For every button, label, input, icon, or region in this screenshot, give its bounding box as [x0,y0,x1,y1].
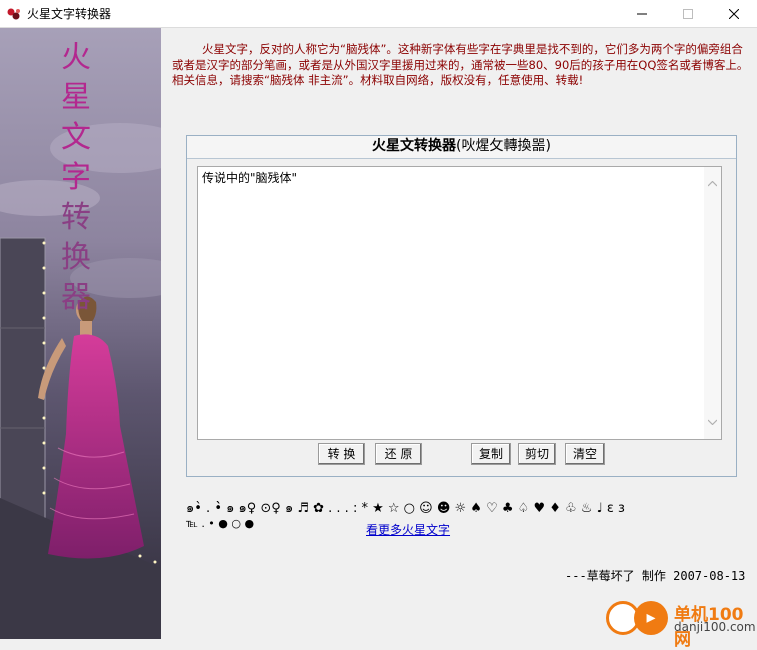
credit-text: ---草莓坏了 制作 2007-08-13 [565,569,746,583]
side-title: 火 星 文 字 转 换 器 [56,38,96,318]
watermark-logo: ▸ 单机100网 danji100.com [606,597,757,650]
watermark-url: danji100.com [674,620,756,634]
maximize-button[interactable] [665,0,711,27]
convert-button[interactable]: 转 换 [318,443,365,465]
side-title-char: 文 [61,120,91,155]
restore-button[interactable]: 还 原 [375,443,422,465]
maximize-icon [683,8,693,19]
textarea-content[interactable]: 传说中的"脑残体" [202,169,297,186]
scroll-down-icon[interactable] [708,419,717,425]
cut-button[interactable]: 剪切 [518,443,556,465]
converter-title: 火星文转换器(吙煋攵轉換噐) [187,136,736,159]
close-icon [729,8,739,19]
more-mars-text-link[interactable]: 看更多火星文字 [366,521,450,538]
window-title: 火星文字转换器 [27,7,112,21]
converter-title-alt: (吙煋攵轉換噐) [456,138,551,154]
side-title-char: 星 [61,80,91,115]
side-title-char: 火 [61,40,91,75]
watermark-play-icon: ▸ [634,601,668,635]
vertical-scrollbar[interactable] [704,167,721,439]
converter-title-main: 火星文转换器 [372,138,457,154]
minimize-button[interactable] [619,0,665,27]
intro-text: 火星文字，反对的人称它为“脑残体”。这种新字体有些字在字典里是找不到的，它们多为… [172,42,749,87]
symbol-row-2[interactable]: ℡ . • ● ○ ● [186,517,254,530]
side-title-char: 器 [61,280,91,315]
side-title-char: 转 [61,200,91,235]
clear-button[interactable]: 清空 [565,443,605,465]
side-title-char: 字 [61,160,91,195]
converter-textarea[interactable]: 传说中的"脑残体" [197,166,722,440]
copy-button[interactable]: 复制 [471,443,511,465]
minimize-icon [637,13,647,14]
scroll-up-icon[interactable] [708,181,717,187]
side-banner: 火 星 文 字 转 换 器 [0,28,161,639]
title-bar: 火星文字转换器 [0,0,757,28]
app-icon [7,8,20,20]
symbol-row-1[interactable]: ๑•̀ . •̀̀ ๑ ๑♀ ⊙♀ ๑ ♬ ✿ . . . : * ★ ☆ ○ … [186,497,625,518]
close-button[interactable] [711,0,757,27]
side-title-char: 换 [61,240,91,275]
